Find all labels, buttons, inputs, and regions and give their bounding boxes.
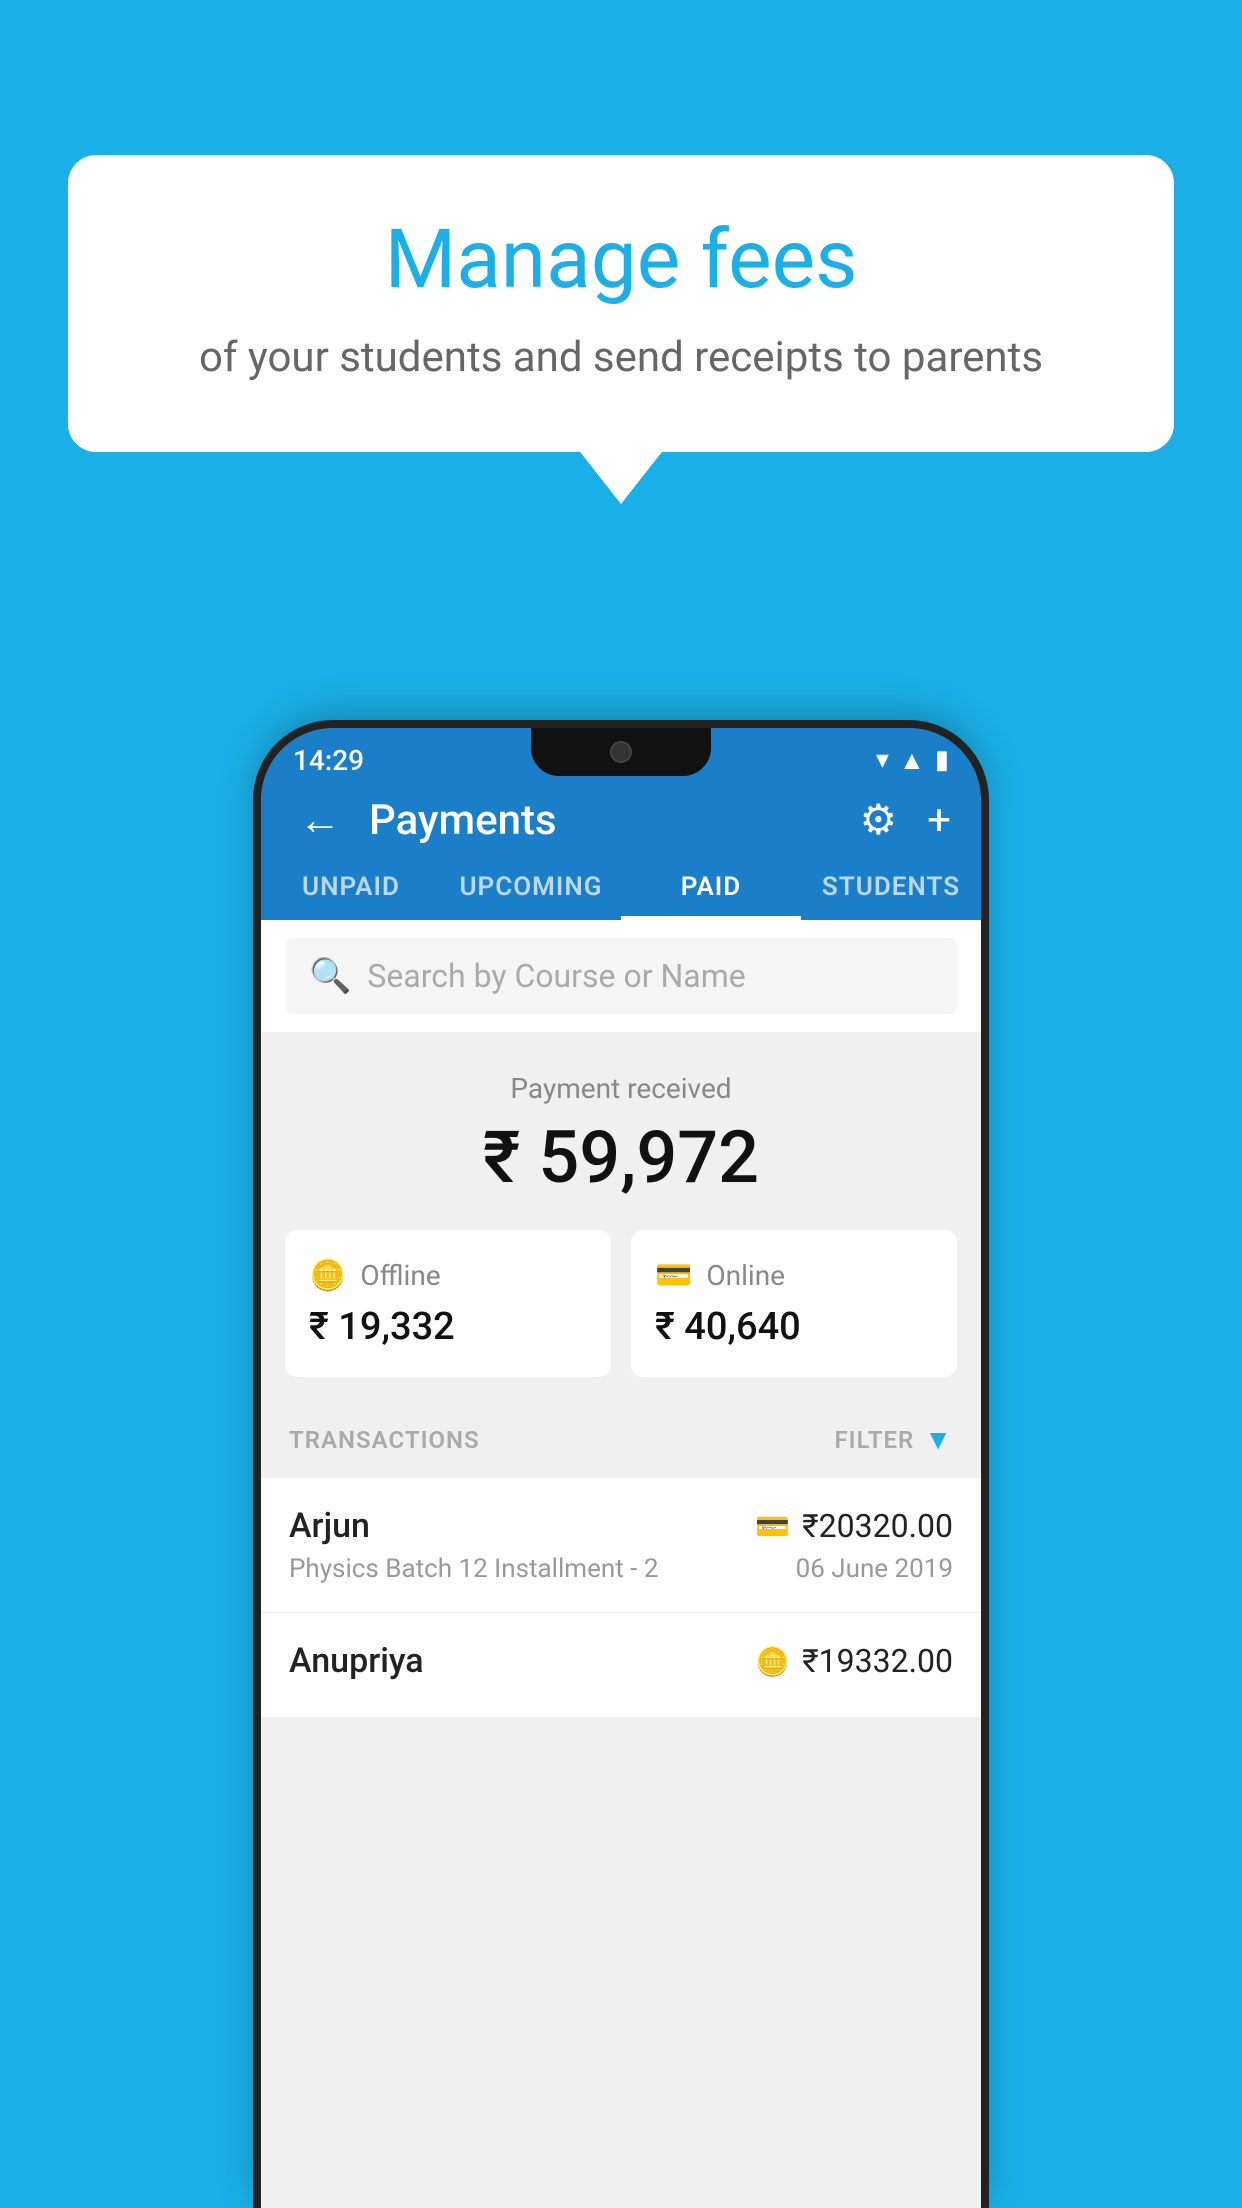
transaction-amount: ₹19332.00 [802,1642,953,1680]
app-bar-actions: ⚙ + [860,795,952,845]
transaction-row-top: Arjun 💳 ₹20320.00 [289,1506,953,1546]
payment-total-amount: ₹ 59,972 [291,1115,951,1200]
camera [610,741,632,763]
payment-mode-offline-icon: 🪙 [755,1645,790,1678]
transaction-item[interactable]: Arjun 💳 ₹20320.00 Physics Batch 12 Insta… [261,1478,981,1613]
online-card-header: 💳 Online [655,1258,933,1293]
transaction-row-top: Anupriya 🪙 ₹19332.00 [289,1641,953,1681]
amount-row: 💳 ₹20320.00 [755,1507,953,1545]
filter-button[interactable]: FILTER ▼ [834,1423,953,1456]
signal-icon: ▲ [899,745,925,776]
tabs: UNPAID UPCOMING PAID STUDENTS [261,848,981,920]
transactions-header: TRANSACTIONS FILTER ▼ [261,1401,981,1478]
app-screen: 14:29 ▾ ▲ ▮ ← Payments ⚙ + UNPAID UPCOMI… [261,728,981,2208]
back-button[interactable]: ← [291,788,349,853]
offline-amount: ₹ 19,332 [309,1305,587,1349]
payment-received-label: Payment received [291,1072,951,1105]
bubble-subtitle: of your students and send receipts to pa… [118,333,1124,382]
student-name: Anupriya [289,1641,424,1681]
tab-upcoming[interactable]: UPCOMING [441,848,621,920]
app-bar-title: Payments [369,796,860,845]
battery-icon: ▮ [935,745,949,775]
course-info: Physics Batch 12 Installment - 2 [289,1554,658,1584]
phone-frame: 14:29 ▾ ▲ ▮ ← Payments ⚙ + UNPAID UPCOMI… [261,728,981,2208]
search-box[interactable]: 🔍 Search by Course or Name [285,938,957,1014]
speech-bubble: Manage fees of your students and send re… [68,155,1174,452]
amount-row: 🪙 ₹19332.00 [755,1642,953,1680]
offline-icon: 🪙 [309,1258,346,1293]
gear-icon[interactable]: ⚙ [860,795,898,845]
filter-label: FILTER [834,1426,914,1454]
transaction-row-bottom: Physics Batch 12 Installment - 2 06 June… [289,1554,953,1584]
tab-students[interactable]: STUDENTS [801,848,981,920]
online-amount: ₹ 40,640 [655,1305,933,1349]
content-area: 🔍 Search by Course or Name Payment recei… [261,920,981,2208]
tab-unpaid[interactable]: UNPAID [261,848,441,920]
search-container: 🔍 Search by Course or Name [261,920,981,1032]
plus-icon[interactable]: + [927,796,951,845]
online-card: 💳 Online ₹ 40,640 [631,1230,957,1377]
transaction-item[interactable]: Anupriya 🪙 ₹19332.00 [261,1613,981,1718]
offline-card: 🪙 Offline ₹ 19,332 [285,1230,611,1377]
search-placeholder: Search by Course or Name [367,957,745,995]
payment-summary: Payment received ₹ 59,972 [261,1032,981,1230]
online-icon: 💳 [655,1258,692,1293]
status-time: 14:29 [293,744,364,777]
offline-label: Offline [360,1259,440,1292]
transaction-date: 06 June 2019 [796,1554,953,1584]
student-name: Arjun [289,1506,370,1546]
notch [531,728,711,776]
search-icon: 🔍 [309,956,351,996]
offline-card-header: 🪙 Offline [309,1258,587,1293]
tab-paid[interactable]: PAID [621,848,801,920]
online-label: Online [706,1259,785,1292]
payment-mode-online-icon: 💳 [755,1510,790,1543]
wifi-icon: ▾ [876,745,889,775]
transaction-amount: ₹20320.00 [802,1507,953,1545]
filter-icon: ▼ [924,1423,953,1456]
bubble-title: Manage fees [118,215,1124,305]
transactions-label: TRANSACTIONS [289,1426,480,1454]
payment-cards-row: 🪙 Offline ₹ 19,332 💳 Online ₹ 40,640 [261,1230,981,1401]
status-icons: ▾ ▲ ▮ [876,745,949,776]
